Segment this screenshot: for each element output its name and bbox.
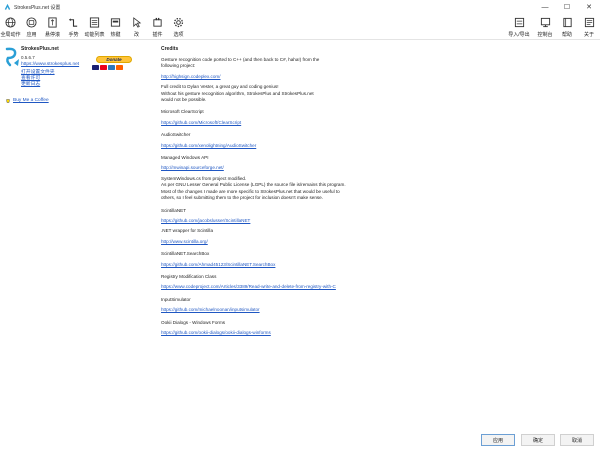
tab-options[interactable]: 选项 bbox=[168, 14, 189, 40]
cancel-button[interactable]: 取消 bbox=[560, 434, 594, 446]
toolbar: 全局动作 应用 悬停滚 手势 动能列表 热键 改 插件 选项 导入/导出 控制台… bbox=[0, 14, 600, 40]
tab-label: 插件 bbox=[152, 32, 163, 38]
minimize-button[interactable]: — bbox=[534, 0, 556, 14]
tab-label: 悬停滚 bbox=[44, 32, 60, 38]
credit-link-ookii[interactable]: https://github.com/ookii-dialogs/ookii-d… bbox=[161, 330, 421, 336]
ok-button[interactable]: 确定 bbox=[521, 434, 555, 446]
tab-label: 手势 bbox=[68, 32, 79, 38]
tab-help[interactable]: 帮助 bbox=[556, 14, 578, 40]
changelog-link[interactable]: 更新日志 bbox=[21, 80, 40, 87]
buy-coffee-link[interactable]: Buy Me a Coffee bbox=[6, 98, 49, 103]
gear-icon bbox=[172, 16, 185, 29]
dialog-footer: 应用 确定 取消 bbox=[0, 430, 600, 450]
tab-import-export[interactable]: 导入/导出 bbox=[504, 14, 534, 40]
tab-label: 全局动作 bbox=[0, 32, 21, 38]
donate-button[interactable]: Donate bbox=[96, 56, 132, 63]
tab-about[interactable]: 关于 bbox=[578, 14, 600, 40]
app-logo-icon bbox=[4, 3, 11, 11]
buy-coffee-label[interactable]: Buy Me a Coffee bbox=[13, 98, 49, 103]
monitor-icon bbox=[539, 16, 552, 29]
payment-cards bbox=[92, 65, 123, 70]
tab-label: 帮助 bbox=[561, 32, 572, 38]
title-bar: StrokesPlus.net 设置 — ☐ ✕ bbox=[0, 0, 600, 14]
tab-label: 导入/导出 bbox=[508, 32, 530, 38]
tab-label: 动能列表 bbox=[84, 32, 105, 38]
tab-label: 选项 bbox=[173, 32, 184, 38]
app-window-icon bbox=[25, 16, 38, 29]
app-logo-icon bbox=[4, 46, 20, 68]
app-name: StrokesPlus.net bbox=[21, 46, 59, 52]
hover-scroll-icon bbox=[46, 16, 59, 29]
apply-button[interactable]: 应用 bbox=[481, 434, 515, 446]
tab-plugins[interactable]: 插件 bbox=[147, 14, 168, 40]
amex-card-icon bbox=[108, 65, 115, 70]
app-version: 0.5.6.7 bbox=[21, 55, 35, 60]
maximize-button[interactable]: ☐ bbox=[556, 0, 578, 14]
credits-section: Credits Gesture recognition code ported … bbox=[161, 46, 421, 336]
tab-gesture-list[interactable]: 动能列表 bbox=[84, 14, 105, 40]
coffee-cup-icon bbox=[6, 98, 11, 103]
import-export-icon bbox=[513, 16, 526, 29]
discover-card-icon bbox=[116, 65, 123, 70]
tab-hotkeys[interactable]: 热键 bbox=[105, 14, 126, 40]
tab-label: 关于 bbox=[583, 32, 594, 38]
window-title: StrokesPlus.net 设置 bbox=[14, 4, 61, 11]
gesture-icon bbox=[67, 16, 80, 29]
visa-card-icon bbox=[92, 65, 99, 70]
tab-label: 控制台 bbox=[537, 32, 553, 38]
list-icon bbox=[88, 16, 101, 29]
tab-label: 应用 bbox=[26, 32, 37, 38]
tab-gestures[interactable]: 手势 bbox=[63, 14, 84, 40]
close-button[interactable]: ✕ bbox=[578, 0, 600, 14]
cursor-icon bbox=[130, 16, 143, 29]
website-link[interactable]: https://www.strokesplus.net bbox=[21, 62, 79, 67]
about-icon bbox=[583, 16, 596, 29]
globe-icon bbox=[4, 16, 17, 29]
tab-ignore[interactable]: 改 bbox=[126, 14, 147, 40]
hotkey-icon bbox=[109, 16, 122, 29]
tab-hover-scroll[interactable]: 悬停滚 bbox=[42, 14, 63, 40]
plugin-icon bbox=[151, 16, 164, 29]
tab-console[interactable]: 控制台 bbox=[534, 14, 556, 40]
mastercard-icon bbox=[100, 65, 107, 70]
help-book-icon bbox=[561, 16, 574, 29]
tab-label: 热键 bbox=[110, 32, 121, 38]
credits-title: Credits bbox=[161, 46, 179, 52]
tab-label: 改 bbox=[133, 32, 139, 38]
tab-apps[interactable]: 应用 bbox=[21, 14, 42, 40]
tab-global-actions[interactable]: 全局动作 bbox=[0, 14, 21, 40]
